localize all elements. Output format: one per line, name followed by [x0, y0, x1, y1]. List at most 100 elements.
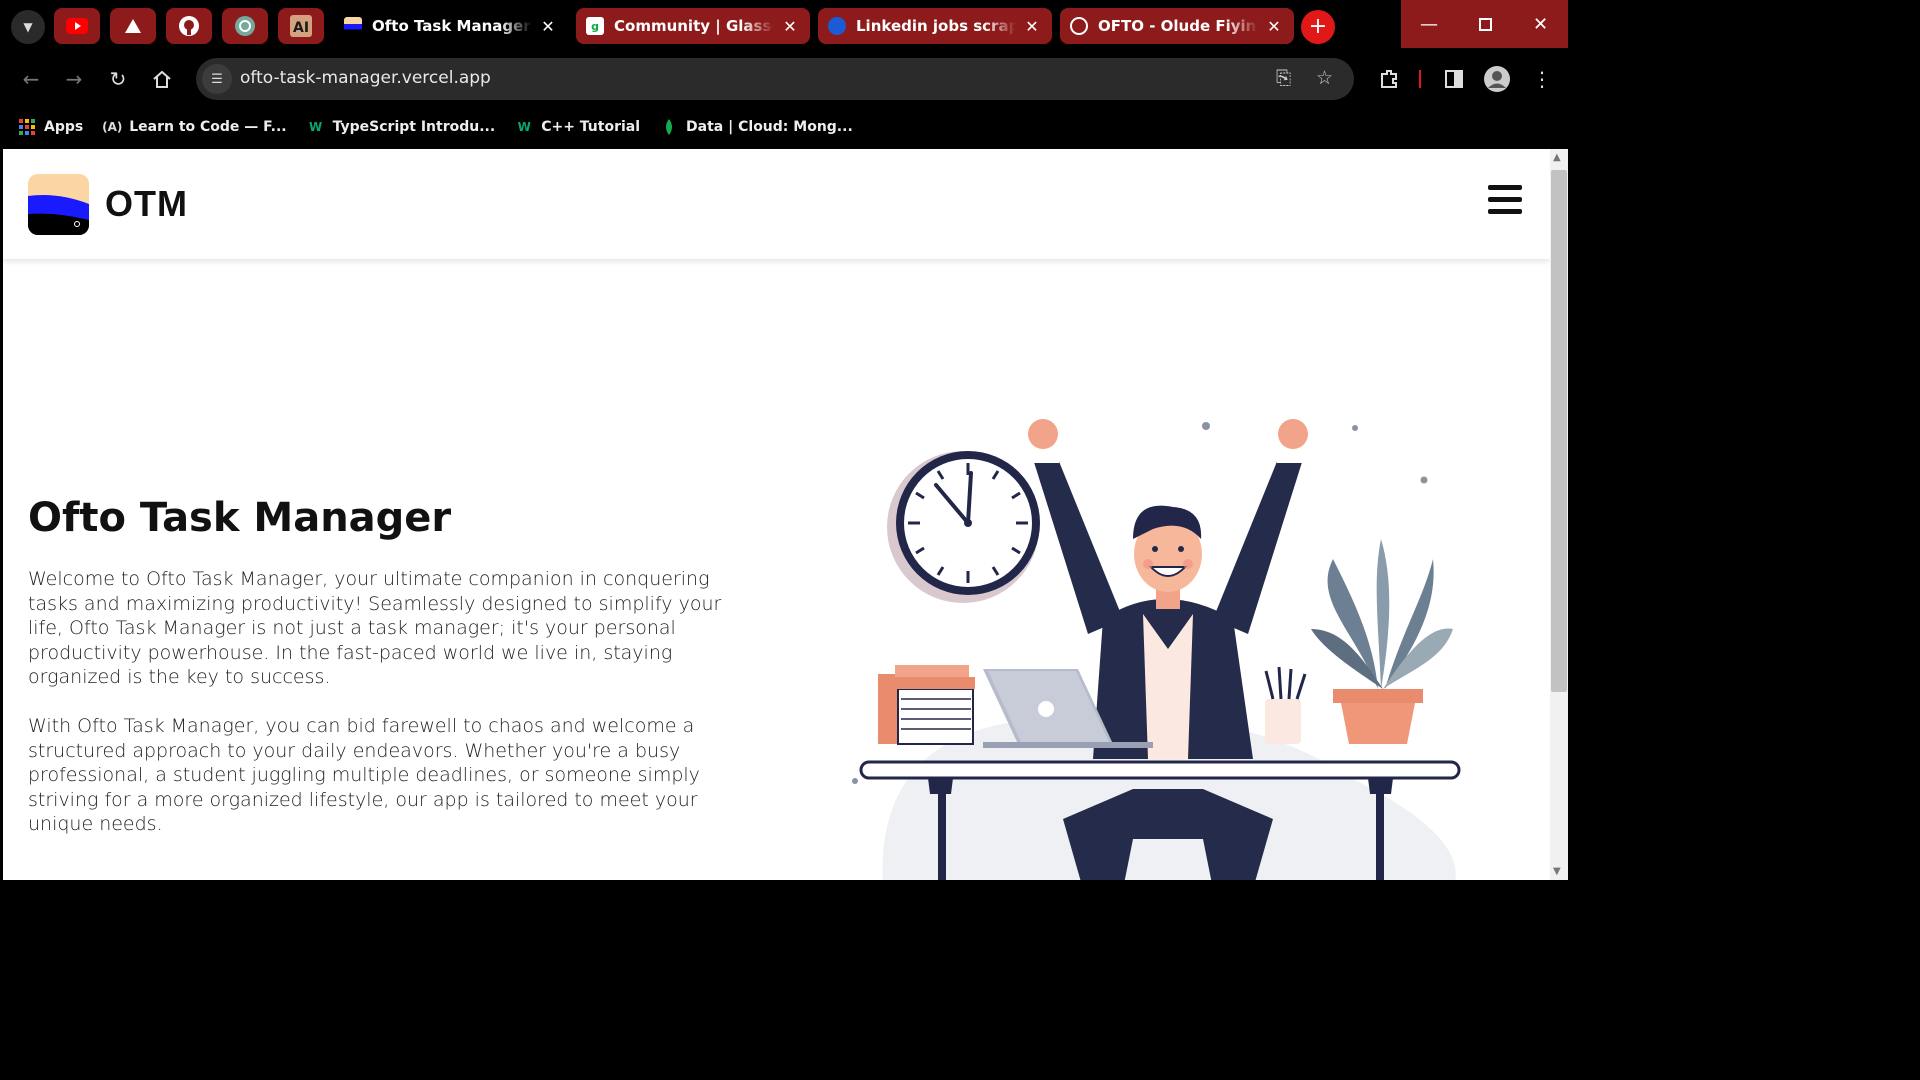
tab-search-button[interactable]: ▼ — [11, 10, 45, 44]
puzzle-icon — [1381, 70, 1397, 88]
intro-paragraph: Welcome to Ofto Task Manager, your ultim… — [28, 568, 722, 688]
bookmarks-bar: Apps (A) Learn to Code — F... W TypeScri… — [0, 104, 1568, 149]
maximize-icon — [1478, 17, 1492, 31]
clock-illustration — [887, 451, 1040, 603]
bookmark-label: Data | Cloud: Mong... — [686, 118, 853, 135]
apify-icon — [828, 17, 846, 35]
portfolio-icon — [1070, 17, 1088, 35]
extensions-button[interactable] — [1372, 62, 1406, 96]
chatgpt-icon — [235, 16, 255, 36]
back-button[interactable]: ← — [14, 62, 48, 96]
decor-dot — [1420, 476, 1428, 484]
home-icon — [153, 70, 171, 88]
minimize-button[interactable]: — — [1401, 0, 1457, 48]
scrollbar-thumb[interactable] — [1551, 170, 1567, 692]
tab-title: Ofto Task Manager — [372, 17, 531, 35]
home-button[interactable] — [145, 62, 179, 96]
features-paragraph: With Ofto Task Manager, you can bid fare… — [28, 715, 700, 835]
pencil-cup-illustration — [1264, 666, 1307, 744]
bookmark-mongodb[interactable]: Data | Cloud: Mong... — [660, 118, 853, 136]
close-window-button[interactable]: ✕ — [1513, 0, 1568, 48]
browser-menu-button[interactable]: ⋮ — [1525, 62, 1559, 96]
tab-linkedin-scraper[interactable]: Linkedin jobs scraper A ✕ — [818, 8, 1052, 44]
pinned-tab-youtube[interactable] — [54, 8, 100, 44]
bookmark-freecodecamp[interactable]: (A) Learn to Code — F... — [102, 118, 287, 136]
brand-name[interactable]: OTM — [105, 183, 188, 225]
arrow-right-icon: → — [65, 67, 83, 91]
tab-ofto-portfolio[interactable]: OFTO - Olude Fiyinfolu ✕ — [1060, 8, 1294, 44]
bookmark-apps[interactable]: Apps — [18, 118, 83, 136]
otm-logo[interactable] — [28, 174, 89, 235]
youtube-icon — [66, 18, 88, 34]
browser-window: ▼ AI Ofto Task Manager ✕ g Community | G… — [0, 0, 1568, 882]
tab-glassdoor[interactable]: g Community | Glassdoor ✕ — [576, 8, 810, 44]
glassdoor-icon: g — [586, 17, 604, 35]
maximize-button[interactable] — [1457, 0, 1513, 48]
site-info-button[interactable]: ☰ — [202, 64, 232, 94]
pinned-tab-github[interactable] — [166, 8, 212, 44]
profile-button[interactable] — [1480, 62, 1514, 96]
freecodecamp-icon: (A) — [102, 119, 123, 134]
menu-bar — [1488, 185, 1522, 190]
page-viewport: OTM Ofto Task Manager Welcome to Ofto Ta… — [3, 149, 1550, 880]
url-text[interactable]: ofto-task-manager.vercel.app — [240, 68, 491, 88]
logo-graphic — [28, 174, 89, 235]
apps-grid-icon — [18, 118, 36, 136]
side-panel-button[interactable] — [1437, 62, 1471, 96]
install-app-icon[interactable]: ⎘ — [1276, 67, 1291, 89]
svg-text:AI: AI — [293, 20, 309, 36]
close-icon: ✕ — [1532, 13, 1549, 35]
close-icon[interactable]: ✕ — [1022, 17, 1042, 36]
minimize-icon: — — [1420, 13, 1438, 35]
anthropic-icon: AI — [290, 15, 312, 37]
page-title: Ofto Task Manager — [28, 495, 452, 541]
bookmark-label: TypeScript Introdu... — [332, 118, 496, 135]
bookmark-label: C++ Tutorial — [541, 118, 641, 135]
books-illustration — [878, 665, 975, 745]
forward-button[interactable]: → — [57, 62, 91, 96]
pinned-tab-anthropic[interactable]: AI — [278, 8, 324, 44]
scroll-up-arrow-icon[interactable]: ▲ — [1553, 152, 1561, 163]
decor-dot — [1352, 425, 1358, 431]
hamburger-menu-button[interactable] — [1488, 185, 1522, 215]
toolbar-divider — [1419, 70, 1421, 88]
reload-icon: ↻ — [109, 67, 127, 91]
close-icon[interactable]: ✕ — [780, 17, 800, 36]
tab-strip: ▼ AI Ofto Task Manager ✕ g Community | G… — [0, 0, 1568, 52]
close-icon[interactable]: ✕ — [538, 17, 558, 36]
hero-illustration — [852, 419, 1461, 880]
bookmark-typescript[interactable]: W TypeScript Introdu... — [307, 118, 496, 136]
pinned-tab-chatgpt[interactable] — [222, 8, 268, 44]
otm-favicon — [344, 17, 362, 35]
browser-toolbar: ← → ↻ ☰ ofto-task-manager.vercel.app ⎘ ☆… — [0, 52, 1568, 104]
tab-title: OFTO - Olude Fiyinfolu — [1098, 17, 1258, 35]
bookmark-star-icon[interactable]: ☆ — [1316, 67, 1333, 89]
bookmark-cpp[interactable]: W C++ Tutorial — [515, 118, 640, 136]
bookmark-label: Learn to Code — F... — [129, 118, 287, 135]
pinned-tab-vercel[interactable] — [110, 8, 156, 44]
avatar-icon — [1484, 66, 1510, 92]
more-vert-icon: ⋮ — [1532, 67, 1552, 91]
w3schools-icon: W — [517, 119, 531, 134]
vercel-icon — [125, 19, 141, 33]
tab-title: Linkedin jobs scraper A — [856, 17, 1016, 35]
reload-button[interactable]: ↻ — [101, 62, 135, 96]
arrow-left-icon: ← — [22, 67, 40, 91]
menu-bar — [1488, 209, 1522, 214]
github-icon — [179, 16, 199, 36]
decor-dot — [1202, 422, 1210, 430]
tune-icon: ☰ — [211, 71, 223, 87]
close-icon[interactable]: ✕ — [1264, 17, 1284, 36]
tab-title: Community | Glassdoor — [614, 17, 774, 35]
w3schools-icon: W — [309, 119, 323, 134]
side-panel-icon — [1445, 70, 1463, 88]
new-tab-button[interactable]: + — [1301, 10, 1335, 44]
site-header: OTM — [3, 149, 1550, 259]
plant-illustration — [1311, 539, 1453, 744]
scroll-down-arrow-icon[interactable]: ▼ — [1553, 866, 1561, 877]
tab-ofto-task-manager[interactable]: Ofto Task Manager ✕ — [334, 8, 568, 44]
decor-dot — [852, 778, 858, 784]
address-bar[interactable]: ☰ ofto-task-manager.vercel.app ⎘ ☆ — [196, 58, 1354, 100]
mongodb-icon — [660, 118, 678, 136]
menu-bar — [1488, 197, 1522, 202]
